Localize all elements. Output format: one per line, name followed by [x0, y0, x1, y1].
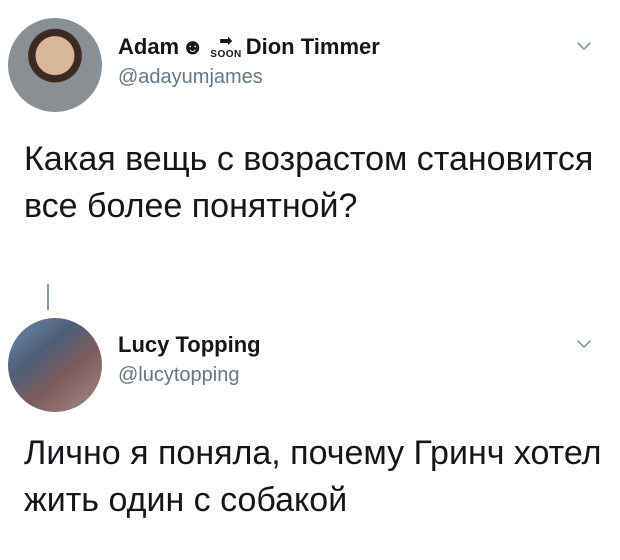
chevron-down-icon[interactable]: [574, 36, 594, 56]
soon-arrow-emoji-icon: ➡ SOON: [210, 34, 241, 60]
tweet-original: Adam ☻ ➡ SOON Dion Timmer @adayumjames К…: [0, 0, 620, 310]
avatar[interactable]: [8, 318, 102, 412]
tweet-text: Лично я поняла, почему Гринч хотел жить …: [24, 434, 602, 519]
smiley-emoji-icon: ☻: [181, 34, 205, 59]
display-name-part: Adam: [118, 34, 180, 59]
chevron-down-icon[interactable]: [574, 334, 594, 354]
username-handle[interactable]: @adayumjames: [118, 66, 263, 89]
display-name[interactable]: Lucy Topping: [118, 332, 261, 358]
display-name-part: Dion Timmer: [245, 34, 380, 59]
avatar[interactable]: [8, 18, 102, 112]
username-handle[interactable]: @lucytopping: [118, 364, 239, 387]
soon-label: SOON: [210, 49, 242, 60]
display-name[interactable]: Adam ☻ ➡ SOON Dion Timmer: [118, 34, 380, 60]
arrow-icon: ➡: [219, 33, 233, 50]
tweet-text: Какая вещь с возрастом становится все бо…: [24, 140, 594, 225]
tweet-reply: Lucy Topping @lucytopping Лично я поняла…: [0, 298, 620, 560]
